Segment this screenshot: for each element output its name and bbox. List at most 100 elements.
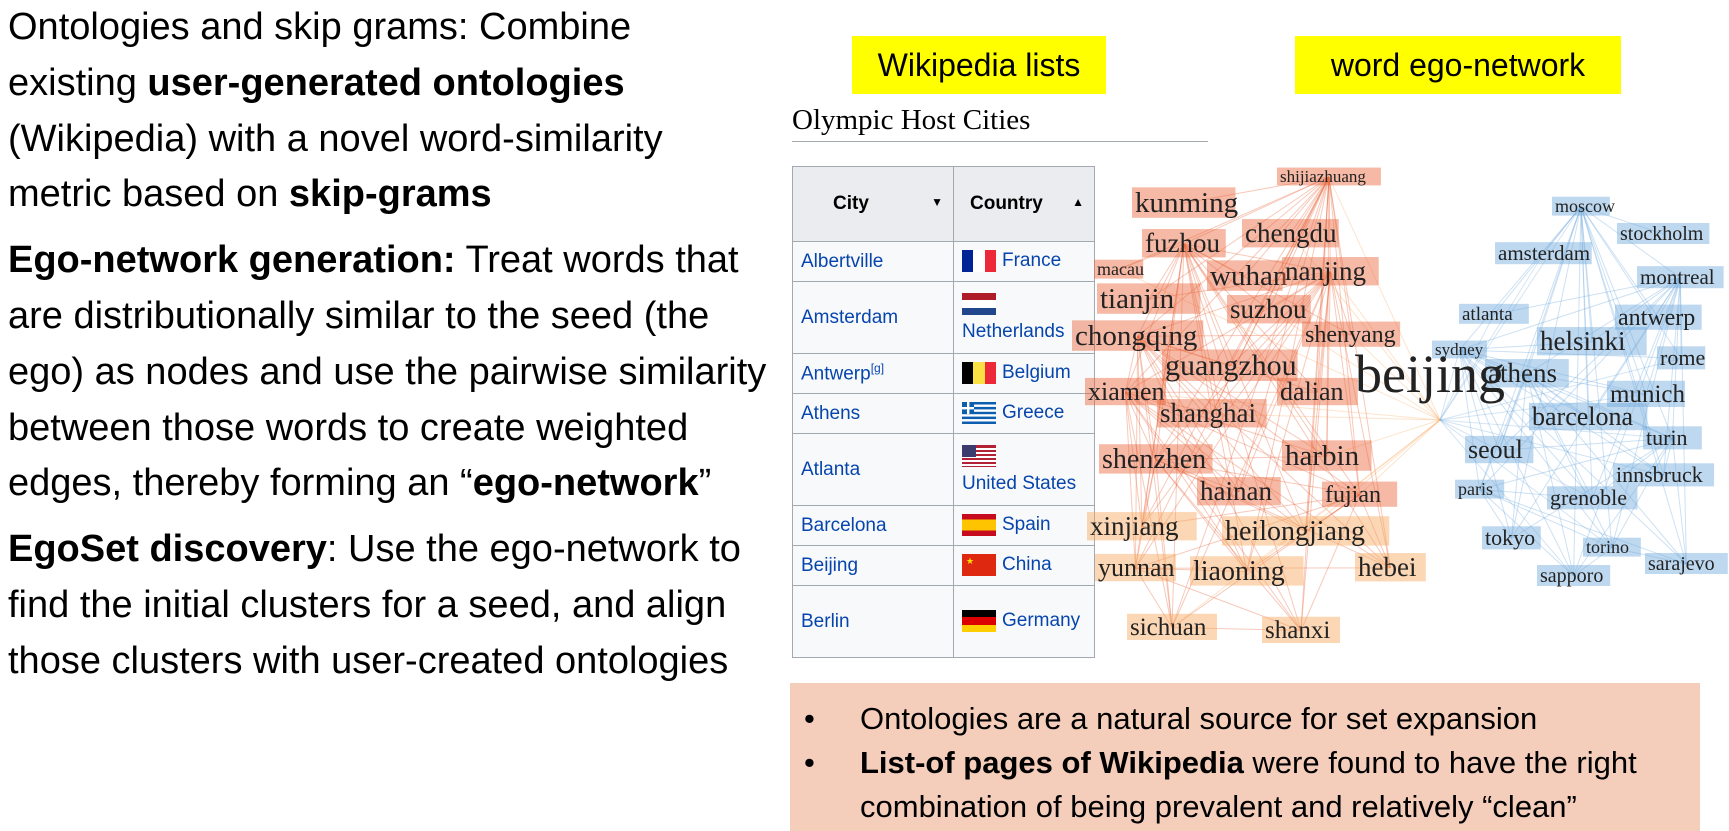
network-edge: [1305, 419, 1441, 532]
network-node: heilongjiang: [1222, 516, 1390, 547]
country-link[interactable]: United States: [962, 473, 1076, 494]
network-node: fuzhou: [1142, 228, 1226, 258]
city-link[interactable]: Albertville: [801, 251, 883, 272]
node-label: turin: [1646, 425, 1688, 450]
country-link[interactable]: Netherlands: [962, 321, 1064, 342]
word-ego-network-graph: shijiazhuang kunmingchengdu fuzhoumacau wuh…: [1072, 167, 1728, 644]
country-link[interactable]: Belgium: [1002, 363, 1071, 384]
country-link[interactable]: Spain: [1002, 515, 1051, 536]
callout-bullet-1: • Ontologies are a natural source for set…: [804, 697, 1700, 741]
network-node: wuhan: [1207, 260, 1288, 292]
node-label: sichuan: [1130, 614, 1207, 641]
column-header-city[interactable]: City ▼: [792, 166, 954, 242]
city-link[interactable]: Atlanta: [801, 459, 860, 480]
wiki-table-title: Olympic Host Cities: [792, 104, 1208, 142]
city-cell[interactable]: Amsterdam: [792, 281, 954, 354]
node-label: harbin: [1285, 440, 1360, 472]
sort-dropdown-icon[interactable]: ▼: [931, 195, 943, 209]
paragraph-ontologies: Ontologies and skip grams: Combine exist…: [8, 0, 768, 223]
city-link[interactable]: Athens: [801, 403, 860, 424]
city-header-label: City: [833, 193, 869, 214]
p1-bold-2: skip-grams: [288, 173, 492, 216]
country-header-label: Country: [970, 193, 1043, 214]
table-row: Amsterdam Netherlands: [792, 281, 1095, 354]
network-node: tokyo: [1482, 525, 1541, 550]
network-node: hebei: [1355, 552, 1426, 582]
node-label: nanjing: [1285, 256, 1366, 286]
table-row: Antwerp[g] Belgium: [792, 353, 1095, 394]
network-node: liaoning: [1190, 556, 1304, 587]
network-node: atlanta: [1459, 303, 1529, 325]
country-link[interactable]: France: [1002, 251, 1061, 272]
node-label: guangzhou: [1165, 349, 1297, 382]
network-node: guangzhou: [1162, 349, 1298, 382]
city-link[interactable]: Amsterdam: [801, 307, 898, 328]
p2-bold-2: ego-network: [472, 462, 699, 505]
p1-bold-1: user-generated ontologies: [147, 61, 625, 104]
country-link[interactable]: Greece: [1002, 403, 1064, 424]
network-node: shanghai: [1157, 398, 1267, 428]
node-label: moscow: [1555, 196, 1615, 216]
network-node: macau: [1094, 259, 1144, 279]
network-node: shijiazhuang: [1277, 167, 1381, 186]
node-label: chongqing: [1075, 320, 1197, 352]
network-node: innsbruck: [1613, 462, 1715, 487]
node-label: dalian: [1280, 377, 1344, 406]
node-label: xiamen: [1088, 377, 1165, 406]
node-label: suzhou: [1230, 294, 1307, 324]
paragraph-egoset: EgoSet discovery: Use the ego-network to…: [8, 522, 768, 689]
node-label: xinjiang: [1090, 511, 1179, 541]
network-node: chongqing: [1072, 320, 1204, 352]
callout-bullet-2: • List-of pages of Wikipedia were found t…: [804, 741, 1700, 829]
footnote-ref[interactable]: [g]: [871, 361, 884, 375]
city-cell[interactable]: Beijing: [792, 545, 954, 586]
country-link[interactable]: China: [1002, 555, 1052, 576]
city-cell[interactable]: Albertville: [792, 241, 954, 282]
city-link[interactable]: Beijing: [801, 555, 858, 576]
node-label: hainan: [1200, 476, 1272, 506]
slide-body-text: Ontologies and skip grams: Combine exist…: [8, 0, 768, 690]
node-label: fujian: [1325, 482, 1381, 508]
table-row: Berlin Germany: [792, 585, 1095, 658]
node-label: kunming: [1135, 187, 1238, 219]
germany-flag-icon: [962, 610, 996, 633]
node-label: fuzhou: [1145, 228, 1220, 258]
city-link[interactable]: Berlin: [801, 611, 850, 632]
table-row: Atlanta United States: [792, 433, 1095, 506]
network-node: fujian: [1322, 481, 1398, 508]
table-row: Athens Greece: [792, 393, 1095, 434]
node-label: yunnan: [1098, 553, 1175, 582]
network-node: xiamen: [1085, 377, 1166, 406]
network-node: rome: [1657, 345, 1706, 370]
city-cell[interactable]: Atlanta: [792, 433, 954, 506]
city-link[interactable]: Antwerp: [801, 364, 871, 385]
node-label: shijiazhuang: [1280, 167, 1366, 186]
svg-text:★: ★: [966, 556, 974, 566]
bullet-icon: •: [804, 745, 815, 780]
node-label: torino: [1586, 537, 1629, 557]
city-cell[interactable]: Antwerp[g]: [792, 353, 954, 394]
node-label: shanghai: [1160, 398, 1256, 428]
netherlands-flag-icon: [962, 292, 996, 315]
network-node: sapporo: [1537, 565, 1611, 587]
network-node: suzhou: [1227, 294, 1311, 324]
city-link[interactable]: Barcelona: [801, 515, 887, 536]
city-cell[interactable]: Athens: [792, 393, 954, 434]
network-node: tianjin: [1097, 283, 1201, 315]
network-node: grenoble: [1547, 485, 1638, 510]
city-cell[interactable]: Barcelona: [792, 505, 954, 546]
network-node: harbin: [1282, 440, 1372, 472]
node-label: shenzhen: [1102, 444, 1206, 475]
word-ego-network-label: word ego-network: [1295, 36, 1621, 94]
table-row: Albertville France: [792, 241, 1095, 282]
network-node: nanjing: [1282, 256, 1379, 286]
network-node: antwerp: [1615, 304, 1702, 331]
node-label: innsbruck: [1616, 462, 1703, 487]
node-label: macau: [1097, 259, 1144, 279]
node-label: heilongjiang: [1225, 516, 1365, 547]
country-link[interactable]: Germany: [1002, 611, 1080, 632]
city-cell[interactable]: Berlin: [792, 585, 954, 658]
network-node: shanxi: [1262, 616, 1340, 644]
node-label: stockholm: [1620, 223, 1704, 245]
network-node: barcelona: [1529, 402, 1648, 431]
